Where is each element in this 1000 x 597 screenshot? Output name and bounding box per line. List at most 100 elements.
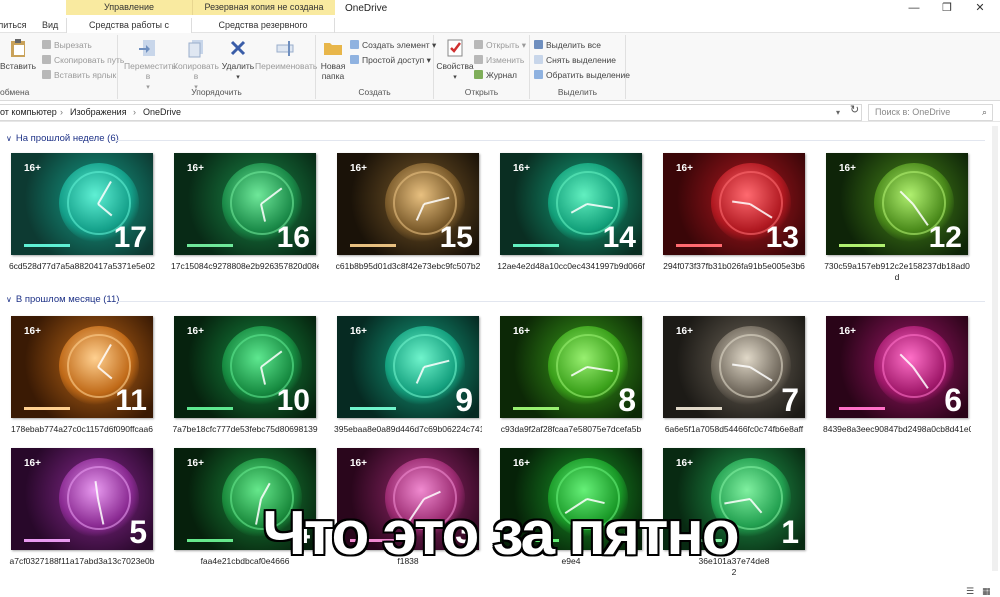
group-header[interactable]: ∨ На прошлой неделе (6) bbox=[6, 133, 119, 144]
file-name[interactable]: 395ebaa8e0a89d446d7c69b06224c741 bbox=[334, 424, 482, 435]
age-rating-label: 16+ bbox=[187, 326, 204, 337]
large-icons-view-icon[interactable]: ▦ bbox=[982, 586, 991, 597]
refresh-icon[interactable]: ↻ bbox=[850, 103, 859, 116]
countdown-number: 8 bbox=[618, 382, 636, 418]
countdown-number: 11 bbox=[115, 384, 147, 417]
image-thumbnail[interactable]: 16+ 17 bbox=[11, 153, 153, 255]
channel-logo bbox=[513, 407, 559, 410]
file-tile[interactable]: 16+ 11 178ebab774a27c0c1157d6f090ffcaa6 bbox=[8, 316, 156, 435]
image-thumbnail[interactable]: 16+ 13 bbox=[663, 153, 805, 255]
paste-shortcut-button[interactable]: Вставить ярлык bbox=[42, 69, 116, 82]
clock-dial bbox=[548, 326, 628, 406]
copy-to-button[interactable]: Копировать в ▾ bbox=[172, 37, 220, 93]
rename-button[interactable]: Переименовать bbox=[255, 37, 317, 71]
address-box[interactable]: от компьютер › Изображения › OneDrive ▾ bbox=[0, 104, 862, 121]
close-button[interactable]: ✕ bbox=[966, 1, 994, 15]
invert-selection-button[interactable]: Обратить выделение bbox=[534, 69, 630, 82]
cut-button[interactable]: Вырезать bbox=[42, 39, 92, 52]
file-tile[interactable]: 16+ 13 294f073f37fb31b026fa91b5e005e3b6 bbox=[660, 153, 808, 272]
image-thumbnail[interactable]: 16+ 15 bbox=[337, 153, 479, 255]
file-tile[interactable]: 16+ 14 12ae4e2d48a10cc0ec4341997b9d066f bbox=[497, 153, 645, 272]
file-name[interactable]: 6cd528d77d7a5a8820417a5371e5e02 bbox=[8, 261, 156, 272]
context-group-manage: Управление bbox=[66, 0, 192, 15]
search-input[interactable]: Поиск в: OneDrive ⌕ bbox=[868, 104, 993, 121]
properties-button[interactable]: Свойства ▾ bbox=[436, 37, 474, 83]
file-name[interactable]: c93da9f2af28fcaa7e58075e7dcefa5b bbox=[497, 424, 645, 435]
file-tile[interactable]: 16+ 9 395ebaa8e0a89d446d7c69b06224c741 bbox=[334, 316, 482, 435]
file-name[interactable]: 730c59a157eb912c2e158237db18ad0 bbox=[823, 261, 971, 272]
edit-button[interactable]: Изменить bbox=[474, 54, 524, 67]
group-header-label: В прошлом месяце (11) bbox=[15, 294, 120, 305]
channel-logo bbox=[839, 407, 885, 410]
image-thumbnail[interactable]: 16+ 10 bbox=[174, 316, 316, 418]
new-item-button[interactable]: Создать элемент ▾ bbox=[350, 39, 436, 52]
file-tile[interactable]: 16+ 15 c61b8b95d01d3c8f42e73ebc9fc507b2 bbox=[334, 153, 482, 272]
image-thumbnail[interactable]: 16+ 6 bbox=[826, 316, 968, 418]
paste-button[interactable]: Вставить bbox=[0, 37, 38, 71]
file-name[interactable]: 178ebab774a27c0c1157d6f090ffcaa6 bbox=[8, 424, 156, 435]
select-all-button[interactable]: Выделить все bbox=[534, 39, 601, 52]
delete-button[interactable]: Удалить ▾ bbox=[221, 37, 255, 83]
copy-path-button[interactable]: Скопировать путь bbox=[42, 54, 124, 67]
file-name[interactable]: 17c15084c9278808e2b926357820d08e bbox=[171, 261, 319, 272]
file-tile[interactable]: 16+ 17 6cd528d77d7a5a8820417a5371e5e02 bbox=[8, 153, 156, 272]
file-tile[interactable]: 16+ 12 730c59a157eb912c2e158237db18ad0 d bbox=[823, 153, 971, 283]
image-thumbnail[interactable]: 16+ 9 bbox=[337, 316, 479, 418]
collapse-chevron-icon[interactable]: ∨ bbox=[6, 295, 12, 304]
file-tile[interactable]: 16+ 16 17c15084c9278808e2b926357820d08e bbox=[171, 153, 319, 272]
file-tile[interactable]: 16+ 6 8439e8a3eec90847bd2498a0cb8d41e0 bbox=[823, 316, 971, 435]
group-divider bbox=[117, 301, 985, 302]
breadcrumb-images[interactable]: Изображения bbox=[70, 107, 127, 117]
image-thumbnail[interactable]: 16+ 7 bbox=[663, 316, 805, 418]
age-rating-label: 16+ bbox=[187, 458, 204, 469]
countdown-number: 16 bbox=[276, 221, 310, 254]
collapse-chevron-icon[interactable]: ∨ bbox=[6, 134, 12, 143]
group-divider bbox=[115, 140, 985, 141]
tab-picture-tools[interactable]: Средства работы с рисунками bbox=[66, 18, 192, 44]
easy-access-button[interactable]: Простой доступ ▾ bbox=[350, 54, 431, 67]
details-view-icon[interactable]: ☰ bbox=[966, 586, 974, 597]
ribbon-group-label-create: Создать bbox=[358, 87, 391, 97]
address-dropdown-icon[interactable]: ▾ bbox=[836, 108, 840, 117]
file-name[interactable]: 12ae4e2d48a10cc0ec4341997b9d066f bbox=[497, 261, 645, 272]
rename-icon bbox=[276, 41, 294, 56]
history-button[interactable]: Журнал bbox=[474, 69, 517, 82]
select-none-button[interactable]: Снять выделение bbox=[534, 54, 616, 67]
move-to-button[interactable]: Переместить в ▾ bbox=[124, 37, 176, 93]
image-thumbnail[interactable]: 16+ 11 bbox=[11, 316, 153, 418]
file-name[interactable]: 6a6e5f1a7058d54466fc0c74fb6e8aff bbox=[660, 424, 808, 435]
group-header[interactable]: ∨ В прошлом месяце (11) bbox=[6, 294, 119, 305]
file-name[interactable]: c61b8b95d01d3c8f42e73ebc9fc507b2 bbox=[334, 261, 482, 272]
meme-caption: Что это за пятно bbox=[262, 499, 739, 568]
tab-view[interactable]: Вид bbox=[38, 18, 62, 33]
file-tile[interactable]: 16+ 7 6a6e5f1a7058d54466fc0c74fb6e8aff bbox=[660, 316, 808, 435]
open-button[interactable]: Открыть ▾ bbox=[474, 39, 526, 52]
breadcrumb-computer[interactable]: от компьютер bbox=[0, 107, 57, 117]
new-folder-button[interactable]: Новая папка bbox=[318, 37, 348, 81]
age-rating-label: 16+ bbox=[676, 163, 693, 174]
breadcrumb-onedrive[interactable]: OneDrive bbox=[143, 107, 181, 117]
new-item-label: Создать элемент bbox=[362, 40, 430, 50]
breadcrumb-separator[interactable]: › bbox=[133, 107, 136, 117]
image-thumbnail[interactable]: 16+ 12 bbox=[826, 153, 968, 255]
file-name[interactable]: 294f073f37fb31b026fa91b5e005e3b6 bbox=[660, 261, 808, 272]
file-name-continued[interactable]: 2 bbox=[660, 567, 808, 578]
new-folder-label-1: Новая bbox=[320, 61, 346, 71]
tab-share[interactable]: литься bbox=[0, 18, 30, 33]
minimize-button[interactable]: — bbox=[900, 1, 928, 15]
file-name-continued[interactable]: d bbox=[823, 272, 971, 283]
file-tile[interactable]: 16+ 8 c93da9f2af28fcaa7e58075e7dcefa5b bbox=[497, 316, 645, 435]
maximize-button[interactable]: ❐ bbox=[933, 1, 961, 15]
age-rating-label: 16+ bbox=[676, 326, 693, 337]
file-name[interactable]: 7a7be18cfc777de53febc75d80698139 bbox=[171, 424, 319, 435]
select-none-icon bbox=[534, 55, 543, 64]
file-tile[interactable]: 16+ 10 7a7be18cfc777de53febc75d80698139 bbox=[171, 316, 319, 435]
file-name[interactable]: 8439e8a3eec90847bd2498a0cb8d41e0 bbox=[823, 424, 971, 435]
status-bar: ☰ ▦ bbox=[0, 585, 1000, 597]
image-thumbnail[interactable]: 16+ 16 bbox=[174, 153, 316, 255]
breadcrumb-separator[interactable]: › bbox=[60, 107, 63, 117]
image-thumbnail[interactable]: 16+ 14 bbox=[500, 153, 642, 255]
tab-backup-tools[interactable]: Средства резервного копирования bbox=[192, 18, 335, 44]
image-thumbnail[interactable]: 16+ 8 bbox=[500, 316, 642, 418]
countdown-number: 12 bbox=[928, 221, 962, 254]
